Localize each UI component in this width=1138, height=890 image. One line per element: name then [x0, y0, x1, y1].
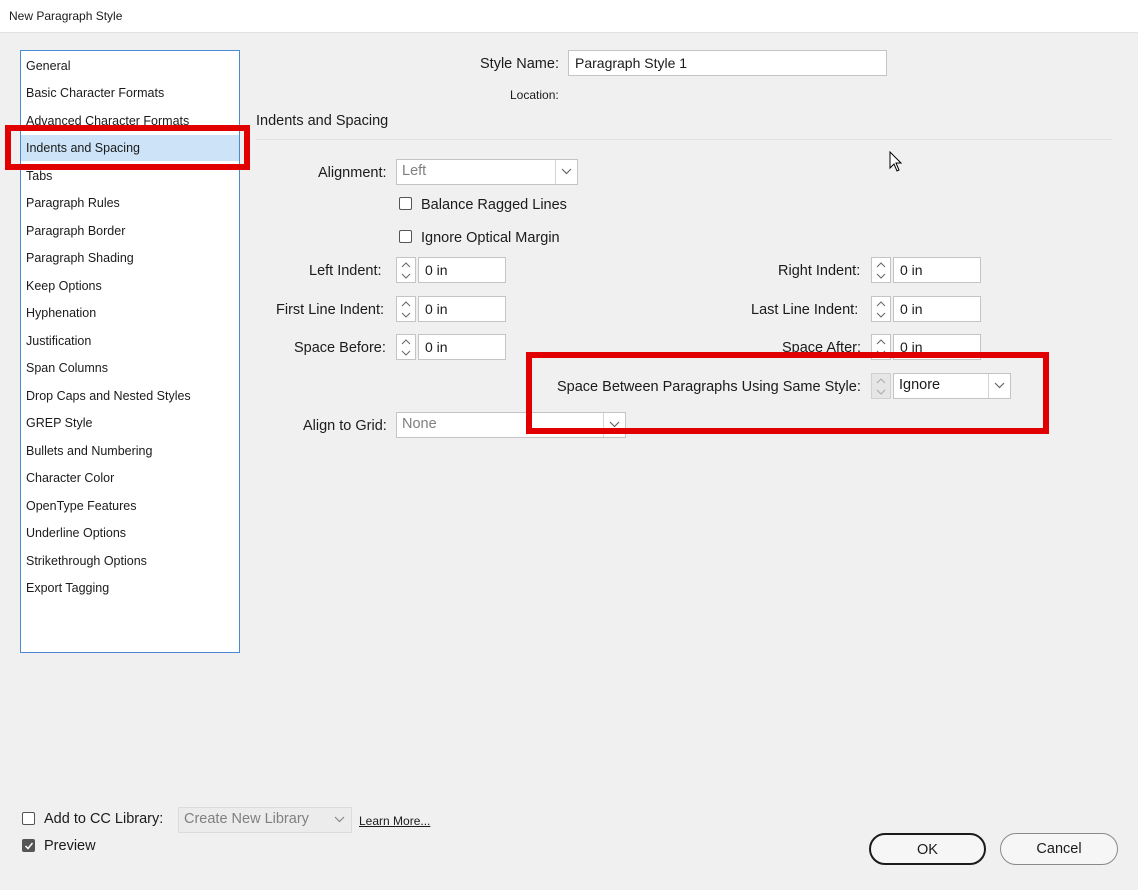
section-title: Indents and Spacing: [256, 113, 389, 129]
balance-ragged-lines-label: Balance Ragged Lines: [421, 197, 567, 213]
right-indent-stepper[interactable]: [871, 257, 891, 283]
ignore-optical-margin-label: Ignore Optical Margin: [421, 230, 560, 246]
title-bar: New Paragraph Style: [0, 0, 1138, 33]
sidebar-item-advanced-character-formats[interactable]: Advanced Character Formats: [21, 108, 239, 134]
left-indent-stepper[interactable]: [396, 257, 416, 283]
ignore-optical-margin-checkbox[interactable]: [399, 230, 412, 243]
align-to-grid-value: None: [402, 416, 437, 432]
chevron-down-icon: [401, 273, 411, 279]
space-after-input[interactable]: 0 in: [893, 334, 981, 360]
sidebar-item-indents-and-spacing[interactable]: Indents and Spacing: [21, 135, 239, 161]
alignment-value: Left: [402, 163, 427, 179]
balance-ragged-lines-checkbox[interactable]: [399, 197, 412, 210]
chevron-down-icon: [401, 350, 411, 356]
sidebar-item-drop-caps[interactable]: Drop Caps and Nested Styles: [21, 383, 239, 409]
preview-checkbox[interactable]: [22, 839, 35, 852]
right-indent-input[interactable]: 0 in: [893, 257, 981, 283]
sidebar-item-paragraph-shading[interactable]: Paragraph Shading: [21, 245, 239, 271]
cancel-button[interactable]: Cancel: [1000, 833, 1118, 865]
add-to-cc-library-checkbox[interactable]: [22, 812, 35, 825]
sidebar-item-bullets-and-numbering[interactable]: Bullets and Numbering: [21, 438, 239, 464]
space-between-stepper[interactable]: [871, 373, 891, 399]
chevron-up-icon: [876, 262, 886, 268]
left-indent-input[interactable]: 0 in: [418, 257, 506, 283]
sidebar-item-export-tagging[interactable]: Export Tagging: [21, 575, 239, 601]
style-name-input[interactable]: Paragraph Style 1: [568, 50, 887, 76]
chevron-down-icon: [988, 374, 1010, 398]
window-title: New Paragraph Style: [9, 9, 123, 23]
chevron-up-icon: [876, 301, 886, 307]
sidebar-item-grep-style[interactable]: GREP Style: [21, 410, 239, 436]
mouse-cursor-icon: [889, 151, 903, 172]
checkmark-icon: [24, 842, 34, 850]
sidebar-item-span-columns[interactable]: Span Columns: [21, 355, 239, 381]
sidebar-item-opentype-features[interactable]: OpenType Features: [21, 493, 239, 519]
chevron-up-icon: [876, 339, 886, 345]
space-before-label: Space Before:: [294, 340, 386, 356]
sidebar-item-paragraph-border[interactable]: Paragraph Border: [21, 218, 239, 244]
add-to-cc-library-label: Add to CC Library:: [44, 811, 164, 827]
space-between-dropdown[interactable]: Ignore: [893, 373, 1011, 399]
space-before-input[interactable]: 0 in: [418, 334, 506, 360]
chevron-up-icon: [401, 262, 411, 268]
library-dropdown-value: Create New Library: [184, 811, 309, 827]
right-indent-label: Right Indent:: [778, 263, 861, 279]
sidebar-item-justification[interactable]: Justification: [21, 328, 239, 354]
sidebar-item-hyphenation[interactable]: Hyphenation: [21, 300, 239, 326]
sidebar-item-underline-options[interactable]: Underline Options: [21, 520, 239, 546]
first-line-indent-stepper[interactable]: [396, 296, 416, 322]
chevron-up-icon: [401, 339, 411, 345]
style-name-label: Style Name:: [480, 56, 559, 72]
sidebar-item-general[interactable]: General: [21, 53, 239, 79]
last-line-indent-label: Last Line Indent:: [751, 302, 859, 318]
sidebar-item-paragraph-rules[interactable]: Paragraph Rules: [21, 190, 239, 216]
alignment-label: Alignment:: [318, 165, 387, 181]
chevron-down-icon: [401, 312, 411, 318]
last-line-indent-input[interactable]: 0 in: [893, 296, 981, 322]
location-label: Location:: [510, 88, 559, 102]
alignment-dropdown[interactable]: Left: [396, 159, 578, 185]
space-between-value: Ignore: [899, 377, 941, 393]
space-before-stepper[interactable]: [396, 334, 416, 360]
sidebar-item-keep-options[interactable]: Keep Options: [21, 273, 239, 299]
preview-label: Preview: [44, 838, 96, 854]
chevron-up-icon: [876, 378, 886, 384]
library-dropdown[interactable]: Create New Library: [178, 807, 352, 833]
chevron-down-icon: [555, 160, 577, 184]
chevron-down-icon: [876, 350, 886, 356]
sidebar-item-character-color[interactable]: Character Color: [21, 465, 239, 491]
align-to-grid-label: Align to Grid:: [303, 418, 387, 434]
left-indent-label: Left Indent:: [309, 263, 382, 279]
sidebar-item-strikethrough-options[interactable]: Strikethrough Options: [21, 548, 239, 574]
section-divider: [256, 139, 1112, 140]
chevron-up-icon: [401, 301, 411, 307]
chevron-down-icon: [876, 312, 886, 318]
chevron-down-icon: [876, 389, 886, 395]
chevron-down-icon: [603, 413, 625, 437]
category-list[interactable]: General Basic Character Formats Advanced…: [20, 50, 240, 653]
sidebar-item-tabs[interactable]: Tabs: [21, 163, 239, 189]
ok-button[interactable]: OK: [869, 833, 986, 865]
space-after-stepper[interactable]: [871, 334, 891, 360]
first-line-indent-label: First Line Indent:: [276, 302, 384, 318]
chevron-down-icon: [876, 273, 886, 279]
align-to-grid-dropdown[interactable]: None: [396, 412, 626, 438]
sidebar-item-basic-character-formats[interactable]: Basic Character Formats: [21, 80, 239, 106]
space-between-label: Space Between Paragraphs Using Same Styl…: [557, 379, 861, 395]
space-after-label: Space After:: [782, 340, 861, 356]
chevron-down-icon: [329, 808, 351, 832]
learn-more-link[interactable]: Learn More...: [359, 814, 430, 828]
first-line-indent-input[interactable]: 0 in: [418, 296, 506, 322]
last-line-indent-stepper[interactable]: [871, 296, 891, 322]
